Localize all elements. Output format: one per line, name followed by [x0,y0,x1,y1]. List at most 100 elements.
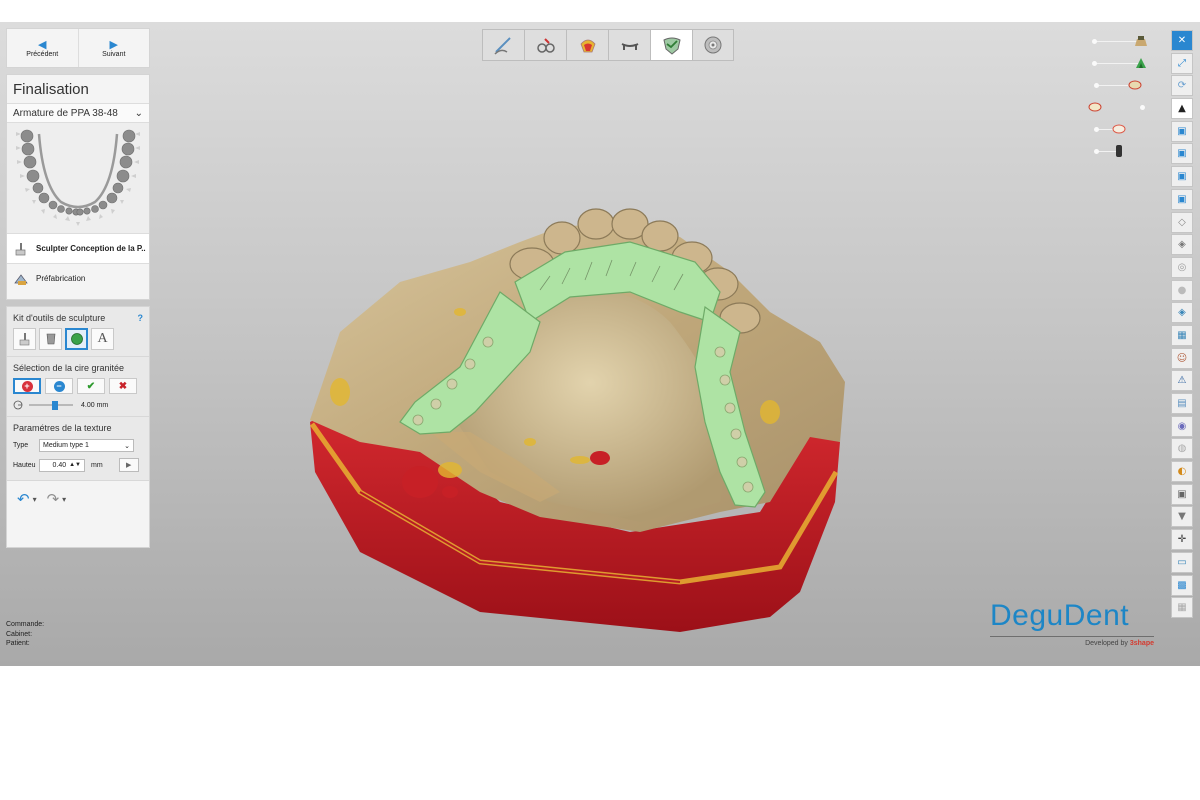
view-front-button[interactable]: ▣ [1171,120,1193,142]
cross-icon: ✖ [118,380,128,392]
slider-thumb[interactable] [52,401,59,410]
visibility-slider-framework[interactable] [1088,52,1154,74]
rotate-icon: ⟳ [1177,80,1187,92]
next-button[interactable]: ▶ Suivant [77,29,150,67]
view-right-button[interactable]: ▣ [1171,188,1193,210]
clip-button[interactable]: ◇ [1171,211,1193,233]
export-icon [704,36,722,54]
teeth-thumb-icon [1128,80,1142,90]
view-front-icon: ▣ [1177,125,1187,137]
filter-button[interactable]: ▼ [1171,506,1193,528]
text-tool-button[interactable]: A [91,328,114,350]
palette-button[interactable]: ◉ [1171,415,1193,437]
wizard-nav: ◀ Précédent ▶ Suivant [6,28,150,68]
finalize-icon [662,37,681,55]
cube-button[interactable]: ▦ [1171,324,1193,346]
face-button[interactable]: ☺ [1171,347,1193,369]
retention-step-button[interactable] [566,29,608,61]
crosshair-button[interactable]: ✛ [1171,529,1193,551]
crosshair-icon: ✛ [1177,534,1187,546]
undo-icon[interactable]: ↶ [17,490,30,508]
text-tool-icon: A [97,331,108,346]
previous-button[interactable]: ◀ Précédent [7,29,78,67]
apply-texture-button[interactable]: ▶ [118,458,139,472]
brush-size-icon [13,400,23,410]
sculpt-hand-tool-button[interactable] [13,328,36,350]
remove-wax-button[interactable]: − [45,378,73,394]
brand-logo: DeguDent Developed by 3shape [990,599,1154,647]
close-button[interactable]: ✕ [1171,30,1193,51]
framework-thumb-icon [1136,58,1146,68]
scan-button[interactable]: ▩ [1171,574,1193,596]
step-sculpt[interactable]: Sculpter Conception de la P.. [7,233,149,263]
sculpt-tool-panel: Kit d'outils de sculpture ? A Sélection [6,306,150,548]
cap-button[interactable]: ▲ [1171,98,1193,120]
arrow-right-icon: ▶ [109,38,118,51]
connector-step-button[interactable] [608,29,650,61]
finalize-step-button[interactable] [650,29,692,61]
accept-button[interactable]: ✔ [77,378,105,394]
redo-dropdown-icon[interactable]: ▾ [62,495,66,504]
visibility-slider-gingiva[interactable] [1088,118,1154,140]
visibility-slider-scanbody[interactable] [1088,140,1154,162]
granite-wax-tool-button[interactable] [65,328,88,350]
camera-icon: ▣ [1177,488,1187,500]
visibility-slider-teeth[interactable] [1088,74,1154,96]
texture-section: Paramétres de la texture Type Medium typ… [7,417,149,481]
ruler-button[interactable]: ▭ [1171,551,1193,573]
visibility-slider-model[interactable] [1088,30,1154,52]
texture-type-select[interactable]: Medium type 1 ⌄ [39,439,134,452]
undo-dropdown-icon[interactable]: ▾ [33,495,37,504]
cancel-button[interactable]: ✖ [109,378,137,394]
help-icon[interactable]: ? [138,313,144,323]
spinner-icon[interactable]: ▲▼ [69,462,81,468]
clinic-label: Cabinet: [6,630,33,638]
model-icon: ◈ [1178,307,1186,319]
model-button[interactable]: ◈ [1171,302,1193,324]
view-back-button[interactable]: ▣ [1171,143,1193,165]
visibility-sliders [1088,30,1154,162]
rotate-button[interactable]: ⟳ [1171,75,1193,97]
sphere-button[interactable]: ● [1171,279,1193,301]
brush-size-slider[interactable] [29,401,73,410]
design-step-button[interactable] [482,29,524,61]
height-input[interactable]: 0.40 ▲▼ [39,458,85,472]
view-back-icon: ▣ [1177,148,1187,160]
play-icon: ▶ [125,462,132,469]
warning-button[interactable]: ⚠ [1171,370,1193,392]
measure-button[interactable]: ◈ [1171,234,1193,256]
clasp-step-button[interactable] [524,29,566,61]
redo-icon[interactable]: ↷ [47,490,60,508]
stage-title: Finalisation [13,81,89,98]
fit-view-button[interactable]: ⤢ [1171,52,1193,74]
zoom-button[interactable]: ◎ [1171,256,1193,278]
arrow-left-icon: ◀ [38,38,47,51]
step-prefab[interactable]: Préfabrication [7,263,149,293]
export-step-button[interactable] [692,29,734,61]
cube-icon: ▦ [1177,329,1187,341]
prefab-icon [14,273,28,285]
visibility-slider-antagonist[interactable] [1088,96,1154,118]
zoom-icon: ◎ [1177,261,1187,273]
checkmark-icon: ✔ [86,380,96,392]
view-left-button[interactable]: ▣ [1171,166,1193,188]
texture-icon: ◍ [1177,443,1187,455]
sculpt-hand-icon [15,242,26,255]
camera-button[interactable]: ▣ [1171,483,1193,505]
ruler-icon: ▭ [1177,556,1187,568]
scanbody-thumb-icon [1116,145,1122,157]
design-icon [493,37,511,55]
add-wax-button[interactable]: + [13,378,41,394]
cad-application: ◀ Précédent ▶ Suivant Finalisation Armat… [0,22,1200,666]
dental-model-3d[interactable] [300,172,860,642]
texture-button[interactable]: ◍ [1171,438,1193,460]
wax-knife-tool-button[interactable] [39,328,62,350]
tooth-chart[interactable] [7,123,149,233]
case-dropdown[interactable]: Armature de PPA 38-48 ⌄ [7,103,149,123]
stack-button[interactable]: ▦ [1171,597,1193,619]
view-right-icon: ▣ [1177,193,1187,205]
close-icon: ✕ [1177,35,1187,46]
teeth-button[interactable]: ◐ [1171,461,1193,483]
sculpt-kit-section: Kit d'outils de sculpture ? A [7,307,149,357]
layer-button[interactable]: ▤ [1171,393,1193,414]
